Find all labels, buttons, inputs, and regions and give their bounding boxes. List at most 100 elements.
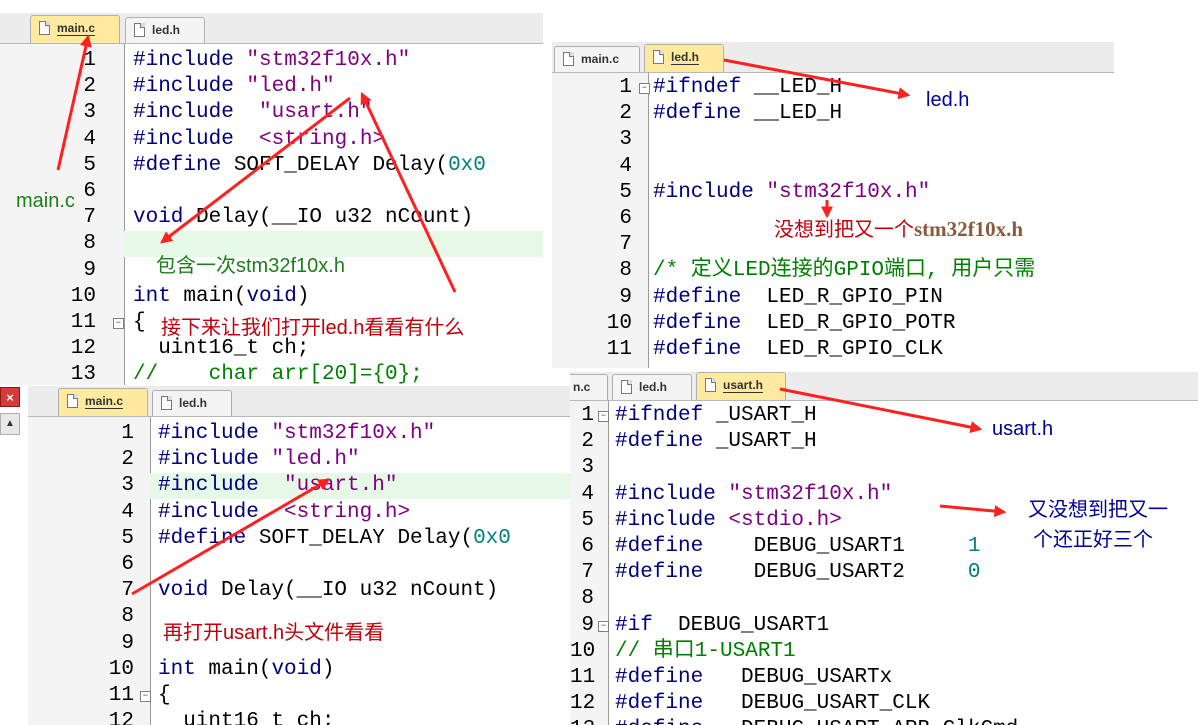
code-line[interactable]: 13 // char arr[20]={0}; [0, 362, 543, 385]
tab-bar: main.c led.h [28, 386, 572, 417]
tab-led-h[interactable]: led.h [152, 390, 232, 416]
fold-toggle-icon[interactable]: − [598, 620, 609, 632]
tab-main-c[interactable]: main.c [30, 15, 120, 43]
code-token: #include [615, 482, 729, 506]
code-line[interactable]: 2 #include "led.h" [28, 447, 572, 473]
code-token: #define [653, 285, 754, 309]
tab-led-h[interactable]: led.h [612, 374, 692, 400]
code-token: "led.h" [271, 448, 360, 472]
tab-bar: main.c led.h [0, 13, 543, 44]
tab-label: n.c [573, 380, 591, 394]
code-line[interactable]: 4 #include <string.h> [28, 500, 572, 526]
code-token: "stm32f10x.h" [246, 49, 411, 72]
code-line[interactable]: 6 [0, 179, 543, 205]
code-text: #define LED_R_GPIO_POTR [653, 311, 955, 337]
code-token: #define [615, 692, 716, 716]
line-number: 10 [108, 657, 134, 681]
code-line[interactable]: 6 [28, 552, 572, 578]
tab-led-h[interactable]: led.h [644, 44, 724, 72]
code-line[interactable]: 9− #if DEBUG_USART1 [570, 613, 1198, 639]
code-line[interactable]: 11−{ [28, 683, 572, 709]
code-token: #define [158, 526, 259, 550]
file-icon [67, 394, 78, 408]
code-line[interactable]: 1 #include "stm32f10x.h" [0, 48, 543, 74]
scroll-up-arrow-icon[interactable]: ▲ [0, 413, 20, 435]
line-number: 5 [581, 508, 594, 532]
code-text: #ifndef __LED_H [653, 75, 842, 101]
code-line[interactable]: 8 [570, 586, 1198, 612]
code-token: 0 [967, 561, 981, 585]
code-line[interactable]: 12 #define DEBUG_USART_CLK [570, 691, 1198, 717]
code-line[interactable]: 7 #define DEBUG_USART2 0 [570, 560, 1198, 586]
line-number: 2 [83, 75, 96, 99]
annotation-open-led: 接下来让我们打开led.h看看有什么 [161, 317, 465, 339]
code-line[interactable]: 5 #define SOFT_DELAY Delay(0x0 [28, 526, 572, 552]
line-number: 5 [619, 180, 632, 204]
code-line[interactable]: 4 #include <string.h> [0, 127, 543, 153]
tab-usart-h[interactable]: usart.h [696, 372, 786, 400]
code-text: #ifndef _USART_H [615, 403, 817, 429]
code-line[interactable]: 11 #define LED_R_GPIO_CLK [552, 337, 1114, 363]
code-line[interactable]: 13 #define DEBUG_USART_APB_ClkCmd [570, 717, 1198, 725]
code-token: #define [615, 430, 716, 454]
code-token: LED_R_GPIO_CLK [753, 338, 943, 361]
code-line[interactable]: 1− #ifndef __LED_H [552, 75, 1114, 101]
fold-toggle-icon[interactable]: − [598, 411, 609, 422]
code-line[interactable]: 2 #include "led.h" [0, 74, 543, 100]
code-line[interactable]: 10 int main(void) [0, 284, 543, 310]
line-number: 9 [83, 258, 96, 282]
code-token: // char arr[20]={0}; [133, 363, 423, 385]
code-area[interactable]: 1 #include "stm32f10x.h" 2 #include "led.h"… [28, 417, 572, 725]
code-token: SOFT_DELAY Delay( [258, 526, 474, 550]
code-token: SOFT_DELAY Delay( [233, 153, 449, 177]
code-token: #include [653, 180, 767, 204]
code-token: main( [183, 284, 247, 308]
code-line[interactable]: 1− #ifndef _USART_H [570, 403, 1198, 429]
line-number: 4 [619, 154, 632, 178]
annotation-unexpected-2-line1: 又没想到把又一 [1028, 499, 1168, 521]
tab-label: led.h [179, 396, 208, 410]
tab-main-c[interactable]: main.c [554, 46, 640, 72]
code-line[interactable]: 7 void Delay(__IO u32 nCount) [0, 205, 543, 231]
file-icon [621, 380, 632, 394]
code-line[interactable]: 1 #include "stm32f10x.h" [28, 421, 572, 447]
code-line[interactable]: 3 [552, 127, 1114, 153]
code-line[interactable]: 7 void Delay(__IO u32 nCount) [28, 578, 572, 604]
code-token: "led.h" [246, 75, 335, 99]
code-line[interactable]: 2 #define _USART_H [570, 429, 1198, 455]
close-icon[interactable]: × [0, 387, 20, 407]
code-line[interactable]: 2 #define __LED_H [552, 101, 1114, 127]
code-line[interactable]: 12 uint16_t ch; [0, 336, 543, 362]
code-text: #define DEBUG_USART1 1 [615, 534, 980, 560]
tab-led-h[interactable]: led.h [125, 17, 205, 43]
code-line[interactable]: 3 #include "usart.h" [0, 100, 543, 126]
code-line[interactable]: 5 #define SOFT_DELAY Delay(0x0 [0, 153, 543, 179]
code-token: __LED_H [753, 102, 843, 126]
code-line[interactable]: 5 #include "stm32f10x.h" [552, 180, 1114, 206]
fold-toggle-icon[interactable]: − [639, 83, 650, 94]
line-number: 12 [108, 710, 134, 725]
code-line[interactable]: 10 int main(void) [28, 657, 572, 683]
code-line[interactable]: 11 #define DEBUG_USARTx [570, 665, 1198, 691]
fold-toggle-icon[interactable]: − [140, 691, 151, 702]
code-line[interactable]: 4 [552, 154, 1114, 180]
tab-main-c[interactable]: n.c [570, 374, 608, 400]
fold-toggle-icon[interactable]: − [113, 318, 124, 329]
code-line[interactable]: 9 #define LED_R_GPIO_PIN [552, 285, 1114, 311]
code-line[interactable]: 12 uint16_t ch; [28, 709, 572, 725]
code-line[interactable]: 3 [570, 455, 1198, 481]
code-line[interactable]: 10 // 串口1-USART1 [570, 639, 1198, 665]
line-number: 3 [121, 474, 134, 498]
line-number: 1 [121, 422, 134, 445]
code-line[interactable]: 10 #define LED_R_GPIO_POTR [552, 311, 1114, 337]
code-text: #define LED_R_GPIO_CLK [653, 337, 943, 363]
code-line[interactable]: 3 #include "usart.h" [121, 473, 572, 500]
code-area[interactable]: 1− #ifndef _USART_H 2 #define _USART_H 3 4 #in… [570, 401, 1198, 725]
code-token: ) [296, 284, 310, 308]
tab-main-c[interactable]: main.c [58, 388, 148, 416]
code-token: #define [615, 718, 716, 725]
code-line[interactable]: 8 /* 定义LED连接的GPIO端口, 用户只需 [552, 258, 1114, 284]
line-number: 10 [70, 284, 96, 308]
line-number: 11 [70, 311, 96, 334]
code-text: int main(void) [133, 284, 309, 310]
